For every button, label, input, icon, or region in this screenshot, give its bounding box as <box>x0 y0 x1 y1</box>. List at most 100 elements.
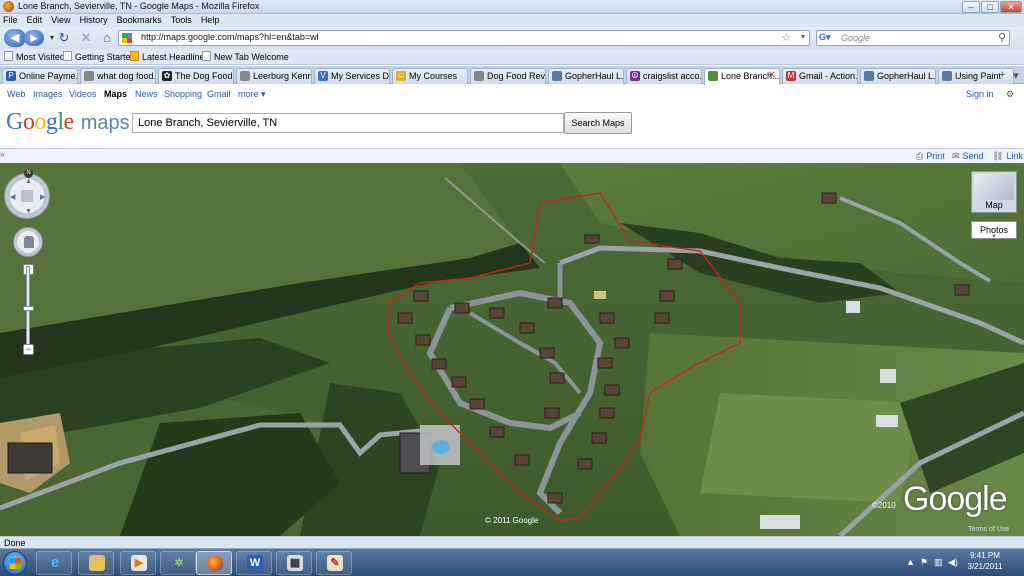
mail-icon: ✉ <box>952 151 960 161</box>
tab-favicon-icon <box>240 71 250 81</box>
google-maps-logo[interactable]: Google maps <box>6 109 130 137</box>
gbar-videos[interactable]: Videos <box>69 89 96 99</box>
home-icon[interactable]: ⌂ <box>99 30 115 46</box>
tab-2[interactable]: what dog food... <box>80 68 156 84</box>
minimize-button[interactable]: – <box>962 1 980 13</box>
show-hidden-icons-icon[interactable]: ▲ <box>906 557 915 567</box>
gbar-news[interactable]: News <box>135 89 158 99</box>
bookmark-new-tab-welcome[interactable]: New Tab Welcome <box>202 51 289 63</box>
settings-gear-icon[interactable]: ⚙ <box>1006 89 1014 100</box>
clock[interactable]: 9:41 PM 3/21/2011 <box>960 550 1010 572</box>
send-link[interactable]: ✉ Send <box>952 151 984 162</box>
list-all-tabs-icon[interactable]: ▾ <box>1013 69 1019 82</box>
network-icon[interactable]: ▥ <box>934 557 943 568</box>
taskbar-internet-explorer[interactable]: e <box>36 551 72 575</box>
web-search-box[interactable]: G▾ Google ⚲ <box>816 30 1010 46</box>
tab-5[interactable]: V My Services D... <box>314 68 390 84</box>
taskbar-word[interactable]: W <box>236 551 272 575</box>
tab-6[interactable]: ☺ My Courses <box>392 68 468 84</box>
menu-edit[interactable]: Edit <box>24 14 46 27</box>
google-logo-text: Google <box>6 109 74 135</box>
taskbar-explorer[interactable] <box>78 551 114 575</box>
reload-icon[interactable]: ↻ <box>56 30 72 46</box>
tab-1[interactable]: P Online Payme... <box>2 68 78 84</box>
pan-center-icon[interactable] <box>21 190 33 202</box>
flag-icon[interactable]: ⚑ <box>920 557 928 568</box>
maps-logo-text: maps <box>80 112 130 134</box>
expand-panel-icon[interactable]: » <box>0 150 9 163</box>
forward-button[interactable]: ▶ <box>24 30 44 46</box>
tab-11[interactable]: M Gmail - Action... <box>782 68 858 84</box>
pan-right-icon[interactable]: ▶ <box>40 193 45 201</box>
start-button[interactable] <box>3 551 27 575</box>
zoom-out-button[interactable]: − <box>23 344 34 355</box>
taskbar-app-4[interactable]: ✲ <box>160 551 196 575</box>
gbar-images[interactable]: Images <box>33 89 63 99</box>
google-watermark-logo[interactable]: Google <box>903 480 1008 519</box>
satellite-map[interactable]: N ▲ ▼ ◀ ▶ + − Map Photos ▼ © 2011 Google… <box>0 163 1024 536</box>
map-type-button[interactable]: Map <box>971 171 1017 213</box>
zoom-slider-thumb[interactable] <box>23 306 34 311</box>
maps-search-input[interactable]: Lone Branch, Sevierville, TN <box>132 113 564 133</box>
page-icon <box>63 51 72 61</box>
print-link[interactable]: ⎙ Print <box>916 151 945 162</box>
terms-of-use-link[interactable]: Terms of Use <box>968 526 1009 533</box>
taskbar-media-player[interactable]: ▶ <box>120 551 156 575</box>
tab-favicon-icon: M <box>786 71 796 81</box>
tab-10[interactable]: Lone Branch... ✕ <box>704 68 780 85</box>
pan-up-icon[interactable]: ▲ <box>25 178 32 185</box>
sign-in-link[interactable]: Sign in <box>966 89 994 99</box>
tab-4[interactable]: Leerburg Kenn... <box>236 68 312 84</box>
taskbar-calculator[interactable]: ▦ <box>276 551 312 575</box>
url-dropdown-icon[interactable]: ▾ <box>801 32 805 41</box>
bookmark-most-visited[interactable]: Most Visited <box>4 51 65 63</box>
menu-help[interactable]: Help <box>198 14 223 27</box>
tab-favicon-icon <box>864 71 874 81</box>
tab-label: My Courses <box>409 71 458 81</box>
search-maps-button[interactable]: Search Maps <box>564 112 632 134</box>
tab-label: Leerburg Kenn... <box>253 71 311 81</box>
clock-date: 3/21/2011 <box>967 562 1003 571</box>
menu-history[interactable]: History <box>77 14 111 27</box>
gbar-gmail[interactable]: Gmail <box>207 89 231 99</box>
tab-favicon-icon <box>708 71 718 81</box>
gbar-maps[interactable]: Maps <box>104 89 127 99</box>
bookmark-star-icon[interactable]: ☆ <box>781 31 791 44</box>
tab-3[interactable]: ✿The Dog Food ... <box>158 68 234 84</box>
bookmark-latest-headlines[interactable]: Latest Headlines <box>130 51 209 63</box>
volume-icon[interactable]: ◀) <box>948 557 958 568</box>
pan-control[interactable]: N ▲ ▼ ◀ ▶ <box>4 169 50 219</box>
tab-label: The Dog Food ... <box>175 71 233 81</box>
menu-view[interactable]: View <box>48 14 73 27</box>
search-icon[interactable]: ⚲ <box>998 31 1006 44</box>
back-button[interactable]: ◀ <box>4 29 26 47</box>
gbar-more[interactable]: more ▾ <box>238 89 266 100</box>
pan-down-icon[interactable]: ▼ <box>25 208 32 215</box>
stop-icon[interactable]: ✕ <box>78 30 94 46</box>
tab-12[interactable]: GopherHaul L... <box>860 68 936 84</box>
tab-7[interactable]: Dog Food Revi... <box>470 68 546 84</box>
taskbar-firefox[interactable] <box>196 551 232 575</box>
close-tab-icon[interactable]: ✕ <box>768 69 776 83</box>
gbar-shopping[interactable]: Shopping <box>164 89 202 99</box>
link-icon: ⛓ <box>992 151 1004 161</box>
maximize-button[interactable]: □ <box>981 1 999 13</box>
new-tab-icon[interactable]: + <box>999 69 1005 81</box>
search-engine-icon[interactable]: G▾ <box>819 32 831 43</box>
search-placeholder: Google <box>841 33 871 43</box>
close-button[interactable]: ✕ <box>1000 1 1022 13</box>
url-bar[interactable]: http://maps.google.com/maps?hl=en&tab=wl… <box>118 30 810 46</box>
menu-bookmarks[interactable]: Bookmarks <box>114 14 165 27</box>
tab-9[interactable]: ☮ craigslist acco... <box>626 68 702 84</box>
tab-8[interactable]: GopherHaul L... <box>548 68 624 84</box>
link-link[interactable]: ⛓ Link <box>992 151 1023 162</box>
menu-tools[interactable]: Tools <box>168 14 195 27</box>
taskbar-paint[interactable]: ✎ <box>316 551 352 575</box>
menu-file[interactable]: File <box>0 14 21 27</box>
street-view-pegman-icon[interactable] <box>13 227 43 257</box>
bookmark-getting-started[interactable]: Getting Started <box>63 51 136 63</box>
pan-left-icon[interactable]: ◀ <box>10 193 15 201</box>
gbar-web[interactable]: Web <box>7 89 25 99</box>
photos-button[interactable]: Photos ▼ <box>971 221 1017 240</box>
imagery-copyright: © 2011 Google <box>485 516 539 525</box>
